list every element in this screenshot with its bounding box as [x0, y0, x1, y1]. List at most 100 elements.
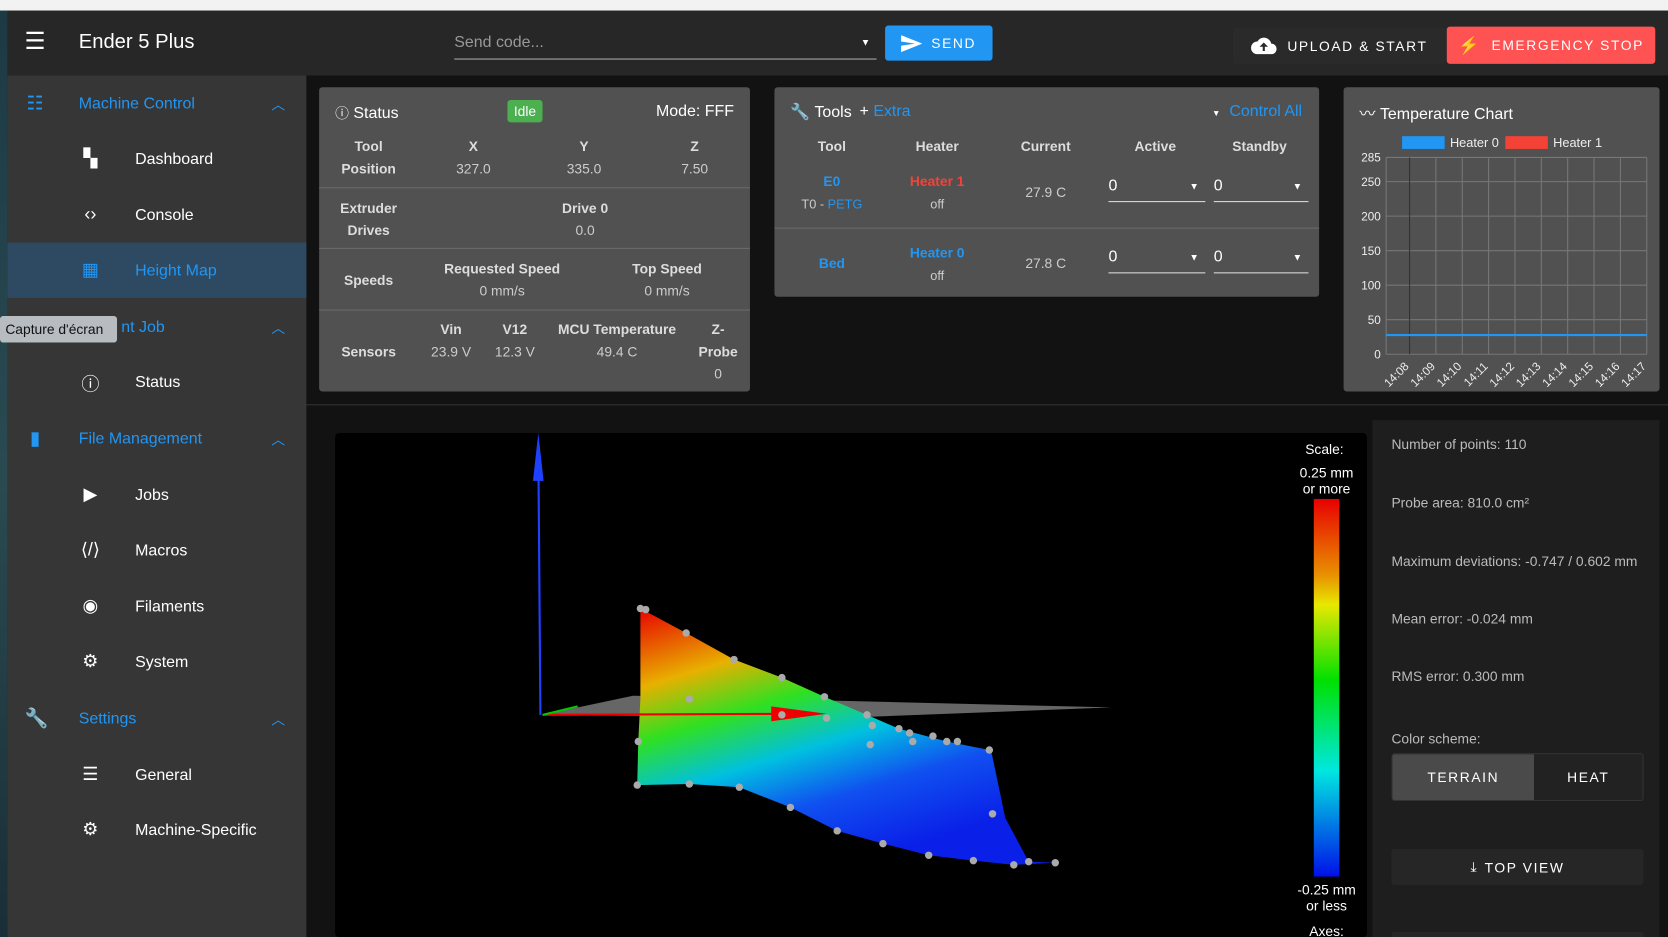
- sidebar-item-filaments[interactable]: ◉ Filaments: [7, 579, 306, 634]
- sidebar-item-machine-specific[interactable]: ⚙ Machine-Specific: [7, 802, 306, 857]
- y-tick-label: 50: [1368, 314, 1382, 327]
- send-label: SEND: [931, 35, 977, 52]
- probe-point: [868, 721, 877, 730]
- tool-link-bed[interactable]: Bed: [789, 255, 874, 271]
- active-temp-select[interactable]: 0 ▼: [1108, 174, 1206, 203]
- terrain-button[interactable]: TERRAIN: [1392, 754, 1534, 800]
- group-label: File Management: [78, 429, 203, 448]
- sidebar-item-macros[interactable]: ⟨/⟩ Macros: [7, 522, 306, 577]
- axis-x-value: 327.0: [456, 160, 491, 177]
- x-tick-label: 14:15: [1566, 360, 1596, 390]
- sidebar-group-machine-control[interactable]: ☷ Machine Control ︿: [7, 76, 306, 131]
- probe-point: [943, 737, 951, 746]
- divider: [774, 227, 1320, 229]
- tooltip: Capture d'écran: [0, 315, 118, 343]
- menu-icon[interactable]: ☰: [24, 29, 45, 53]
- probe-point: [988, 810, 997, 818]
- height-map-3d[interactable]: [335, 432, 1367, 937]
- probe-point: [969, 856, 978, 865]
- probe-point: [685, 695, 694, 703]
- col-header: Active: [1134, 138, 1177, 155]
- label: Position: [341, 160, 396, 177]
- filament-link[interactable]: PETG: [828, 197, 863, 212]
- probe-point: [778, 673, 786, 682]
- probe-point: [642, 605, 650, 614]
- top-speed-value: 0 mm/s: [644, 282, 690, 299]
- heater-state: off: [930, 268, 945, 283]
- item-label: Filaments: [135, 597, 205, 616]
- max-deviations: Maximum deviations: -0.747 / 0.602 mm: [1391, 553, 1638, 570]
- item-label: Height Map: [135, 261, 217, 280]
- requested-speed-label: Requested Speed: [444, 260, 561, 277]
- probe-point: [778, 711, 786, 719]
- control-all-button[interactable]: ▼ Control All: [1212, 102, 1302, 120]
- emergency-stop-button[interactable]: ⚡ EMERGENCY STOP: [1446, 26, 1656, 64]
- mcu-temp-label: MCU Temperature: [557, 321, 677, 338]
- vin-label: Vin: [440, 321, 462, 338]
- sidebar-item-jobs[interactable]: ▶ Jobs: [7, 467, 306, 522]
- group-label: nt Job: [121, 317, 165, 336]
- scale-min-sub: or less: [1306, 897, 1347, 914]
- upload-start-button[interactable]: UPLOAD & START: [1232, 27, 1446, 64]
- tool-link-e0[interactable]: E0: [789, 173, 874, 189]
- app-bar: ☰ Ender 5 Plus Send code... ▼ SEND UPLOA…: [7, 10, 1668, 76]
- app-root: ☰ Ender 5 Plus Send code... ▼ SEND UPLOA…: [0, 0, 1668, 937]
- heater-0-link[interactable]: Heater 0: [889, 245, 985, 261]
- item-label: Macros: [135, 540, 188, 560]
- axis-z-label: Z: [690, 138, 699, 155]
- sidebar-group-settings[interactable]: 🔧 Settings ︿: [7, 690, 306, 745]
- heat-button[interactable]: HEAT: [1533, 754, 1643, 800]
- drive-label: Drive 0: [562, 199, 609, 216]
- sidebar-item-dashboard[interactable]: ▚ Dashboard: [7, 131, 306, 186]
- axis-x-label: X: [468, 138, 478, 155]
- zprobe-label: Probe: [698, 343, 738, 360]
- sidebar-item-height-map[interactable]: ▦ Height Map: [7, 242, 307, 298]
- divider: [319, 187, 750, 189]
- reset-view-button[interactable]: [1391, 931, 1644, 937]
- divider: [319, 309, 750, 311]
- standby-temp-select[interactable]: 0 ▼: [1213, 174, 1309, 203]
- x-tick-label: 14:12: [1487, 360, 1517, 390]
- standby-temp-select[interactable]: 0 ▼: [1213, 246, 1309, 274]
- add-extra-button[interactable]: + Extra: [860, 102, 911, 120]
- z-axis: [537, 443, 542, 715]
- mean-error: Mean error: -0.024 mm: [1391, 610, 1533, 627]
- sidebar-group-file-management[interactable]: ▮ File Management ︿: [7, 411, 306, 466]
- y-tick-label: 150: [1361, 245, 1381, 258]
- probe-point: [1010, 861, 1018, 869]
- label: Extruder: [340, 199, 398, 216]
- sidebar-item-general[interactable]: ☰ General: [7, 747, 306, 802]
- axes-label: Axes:: [1309, 923, 1344, 937]
- axis-y-value: 335.0: [566, 160, 602, 177]
- color-scheme-label: Color scheme:: [1391, 730, 1481, 747]
- height-map-canvas[interactable]: Scale: 0.25 mm or more -0.25 mm or less Ax…: [335, 432, 1367, 937]
- heater-1-link[interactable]: Heater 1: [889, 173, 985, 189]
- title-text: Status: [353, 104, 399, 123]
- chevron-down-icon[interactable]: ▼: [861, 37, 870, 48]
- send-code-input[interactable]: Send code... ▼: [454, 28, 877, 60]
- probe-point: [924, 851, 933, 860]
- mode-label: Mode: FFF: [655, 102, 735, 121]
- current-temp: 27.8 C: [1025, 255, 1067, 272]
- top-view-button[interactable]: ⤓ TOP VIEW: [1391, 848, 1644, 886]
- probe-point: [1024, 857, 1033, 866]
- select-value: 0: [1213, 247, 1223, 266]
- active-temp-select[interactable]: 0 ▼: [1108, 246, 1206, 274]
- col-header: Heater: [915, 138, 959, 155]
- extra-label: Extra: [873, 102, 911, 121]
- sidebar-item-status[interactable]: ⓘ Status: [7, 354, 306, 409]
- gear-icon: ⚙: [82, 651, 99, 672]
- code-icon: ‹›: [84, 204, 97, 225]
- sidebar-item-console[interactable]: ‹› Console: [7, 187, 306, 242]
- y-tick-label: 0: [1374, 349, 1381, 362]
- caret-down-icon: ▼: [1189, 252, 1199, 263]
- desktop-background: [0, 10, 8, 937]
- v12-label: V12: [502, 321, 528, 338]
- caret-down-icon: ▼: [1292, 180, 1303, 192]
- send-button[interactable]: SEND: [885, 25, 993, 61]
- probe-point: [682, 629, 690, 637]
- info-icon: ⓘ: [335, 105, 349, 122]
- axis-z-value: 7.50: [681, 160, 709, 177]
- sidebar-item-system[interactable]: ⚙ System: [7, 634, 306, 689]
- chart-line-icon: 〰: [1359, 105, 1376, 124]
